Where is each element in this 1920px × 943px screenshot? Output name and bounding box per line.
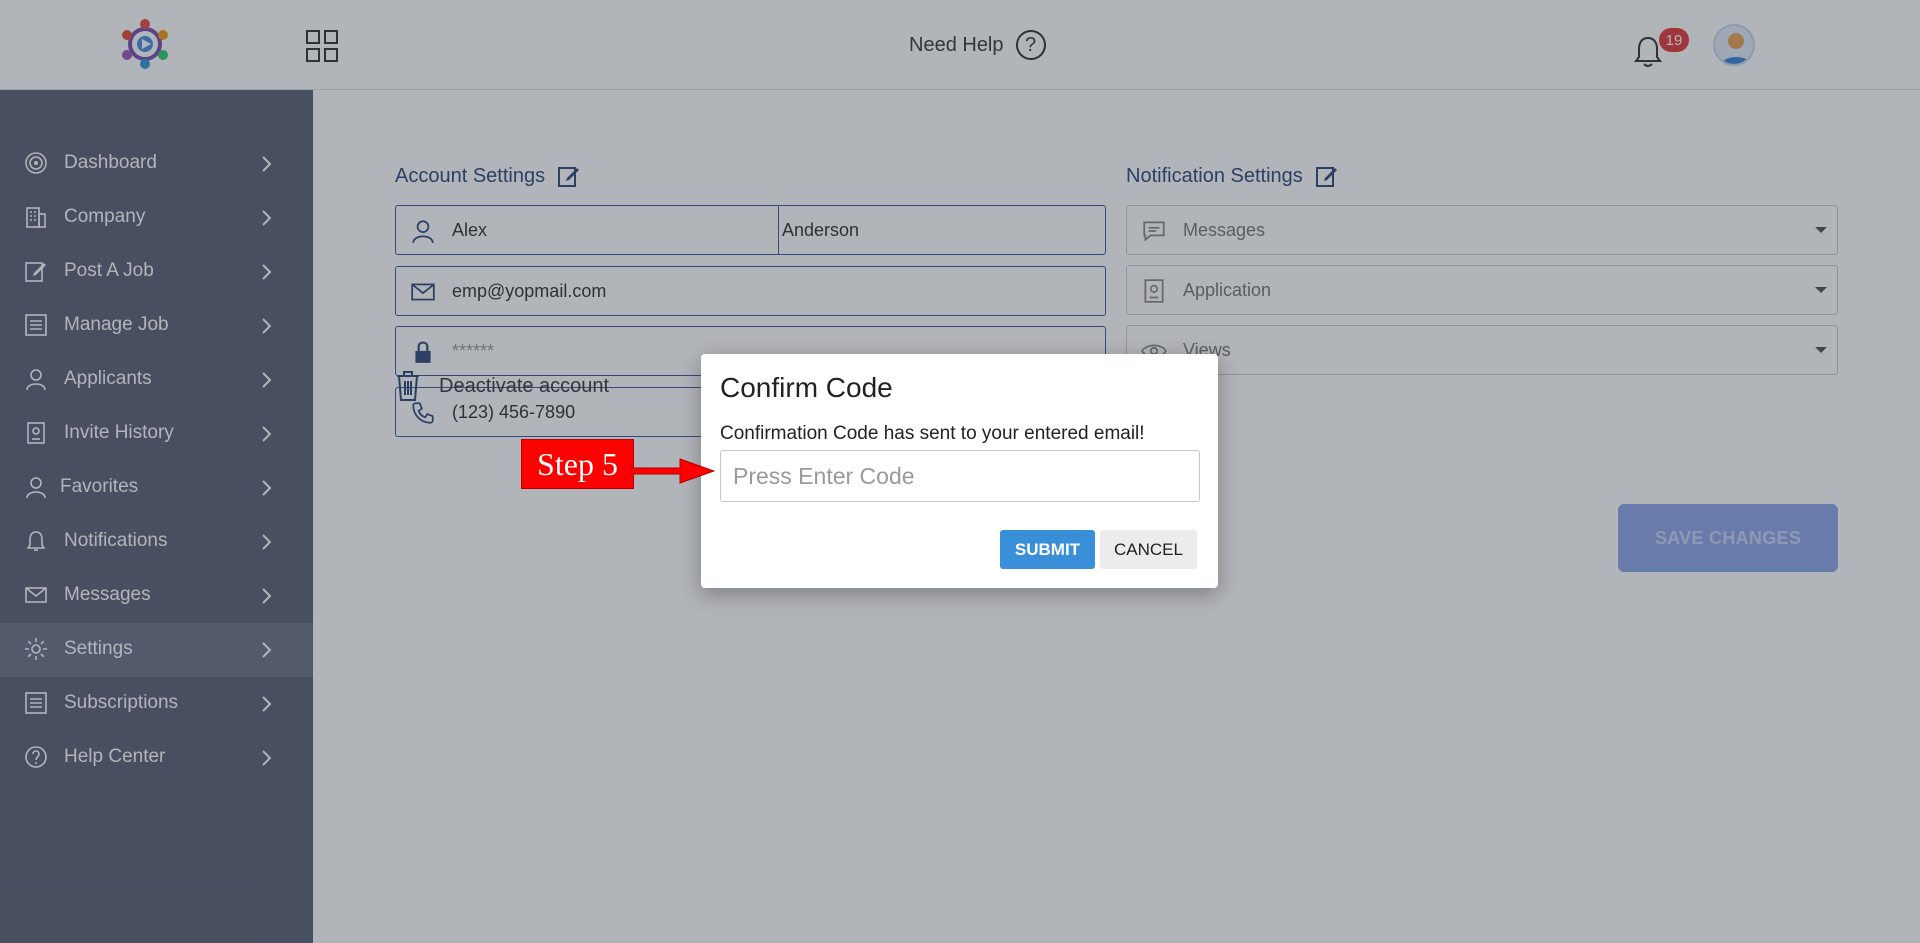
arrow-right-icon — [630, 458, 715, 484]
step-label: Step 5 — [521, 439, 634, 489]
dialog-message: Confirmation Code has sent to your enter… — [720, 423, 1145, 444]
dialog-title: Confirm Code — [720, 372, 893, 403]
confirmation-code-input[interactable] — [720, 450, 1200, 502]
confirm-code-dialog: Confirm Code Confirmation Code has sent … — [701, 354, 1218, 588]
cancel-button[interactable]: CANCEL — [1100, 530, 1197, 569]
submit-button[interactable]: SUBMIT — [1000, 530, 1095, 569]
